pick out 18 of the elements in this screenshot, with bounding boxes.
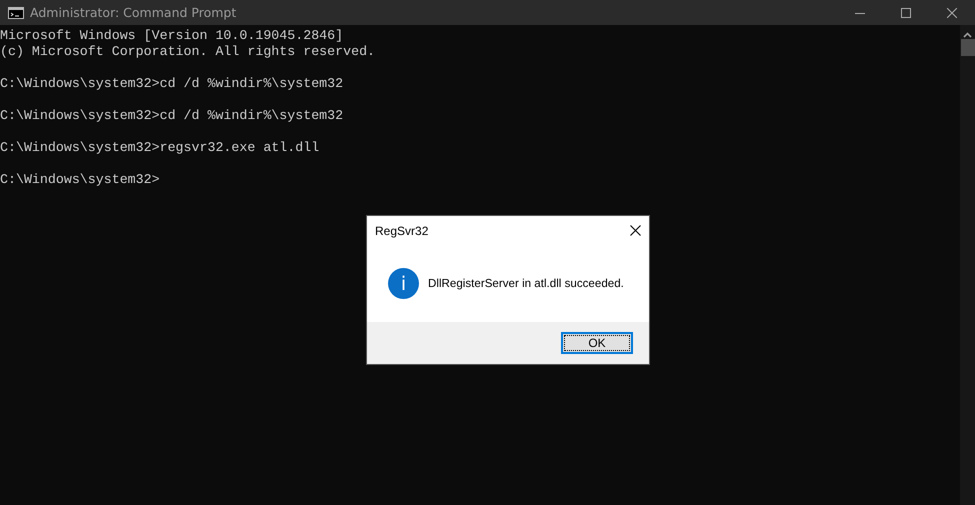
terminal-icon [8, 6, 24, 18]
info-icon: i [388, 268, 419, 299]
scrollbar[interactable] [960, 25, 975, 505]
scrollbar-thumb[interactable] [960, 39, 974, 56]
ok-button[interactable]: OK [561, 332, 633, 354]
scroll-up-icon[interactable] [963, 32, 972, 38]
maximize-icon[interactable] [901, 8, 911, 18]
dialog-message: DllRegisterServer in atl.dll succeeded. [428, 277, 624, 290]
dialog-title: RegSvr32 [375, 224, 428, 238]
close-icon[interactable] [630, 225, 641, 236]
console-line: C:\Windows\system32> [0, 172, 160, 188]
console-line: C:\Windows\system32>regsvr32.exe atl.dll [0, 140, 320, 157]
close-icon[interactable] [947, 8, 957, 18]
console-line: C:\Windows\system32>cd /d %windir%\system32 [0, 108, 344, 125]
window-title: Administrator: Command Prompt [30, 5, 238, 20]
console-line: (c) Microsoft Corporation. All rights reserved. [0, 44, 376, 61]
console-line: C:\Windows\system32>cd /d %windir%\system32 [0, 76, 344, 93]
console-line: Microsoft Windows [Version 10.0.19045.2846] [0, 28, 344, 44]
